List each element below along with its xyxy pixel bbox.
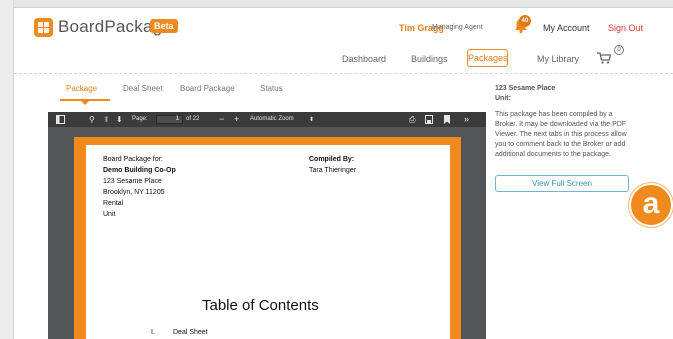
doc-heading: Board Package for: — [103, 156, 163, 163]
nav-dashboard[interactable]: Dashboard — [342, 54, 386, 64]
view-full-screen-button[interactable]: View Full Screen — [495, 175, 629, 192]
doc-address-line: Rental — [103, 200, 124, 207]
page-number-input[interactable]: 1 — [156, 115, 183, 124]
user-role: Managing Agent — [432, 24, 483, 31]
page-label: Page: — [132, 116, 148, 122]
nav-my-library[interactable]: My Library — [537, 54, 579, 64]
tab-status[interactable]: Status — [260, 84, 283, 93]
nav-buildings[interactable]: Buildings — [411, 54, 448, 64]
doc-address-line: 123 Sesame Place — [103, 178, 162, 185]
search-icon[interactable]: ⚲ — [89, 115, 95, 124]
tab-board-package[interactable]: Board Package — [180, 84, 235, 93]
download-icon[interactable] — [425, 115, 433, 124]
page-total: of 22 — [186, 116, 200, 122]
next-page-icon[interactable]: ⬇ — [116, 115, 123, 124]
package-description: This package has been compiled by a Brok… — [495, 111, 627, 158]
sign-out-link[interactable]: Sign Out — [608, 23, 643, 33]
print-icon[interactable]: ⎙ — [409, 115, 415, 124]
window-frame-left — [0, 0, 14, 339]
cart-icon[interactable] — [597, 52, 611, 64]
bookmark-icon[interactable] — [444, 115, 450, 124]
doc-compiled-by-name: Tara Thieringer — [309, 167, 356, 174]
window-frame-top — [14, 0, 673, 8]
sidebar-toggle-icon[interactable] — [56, 115, 65, 124]
tab-package[interactable]: Package — [66, 84, 97, 93]
nav-packages[interactable]: Packages — [467, 49, 508, 67]
callout-marker: a — [629, 183, 673, 227]
doc-toc-item: Deal Sheet — [173, 329, 208, 336]
my-account-link[interactable]: My Account — [543, 23, 590, 33]
doc-toc-title: Table of Contents — [202, 297, 319, 314]
notification-count-badge: 40 — [519, 15, 531, 27]
package-unit-label: Unit: — [495, 95, 511, 102]
tab-deal-sheet[interactable]: Deal Sheet — [123, 84, 163, 93]
doc-toc-item-number: I. — [151, 329, 155, 336]
pdf-toolbar: ⚲ ⬆ ⬇ Page: 1 of 22 − + Automatic Zoom ⬍… — [48, 112, 486, 127]
boardpackager-logo-icon[interactable] — [34, 18, 53, 37]
doc-address-line: Brooklyn, NY 11205 — [103, 189, 165, 196]
zoom-out-icon[interactable]: − — [219, 115, 224, 124]
beta-badge: Beta — [150, 19, 178, 33]
package-address: 123 Sesame Place — [495, 85, 556, 92]
header-divider — [14, 73, 673, 74]
previous-page-icon[interactable]: ⬆ — [103, 115, 110, 124]
active-tab-indicator — [60, 99, 110, 105]
zoom-in-icon[interactable]: + — [234, 115, 239, 124]
doc-compiled-by-label: Compiled By: — [309, 156, 355, 163]
tools-menu-icon[interactable]: » — [464, 115, 469, 124]
doc-building-name: Demo Building Co-Op — [103, 167, 176, 174]
zoom-select[interactable]: Automatic Zoom — [250, 116, 294, 122]
cart-count-badge: 0 — [614, 45, 624, 55]
doc-address-line: Unit — [103, 211, 116, 218]
chevron-down-icon[interactable]: ⬍ — [309, 116, 314, 123]
